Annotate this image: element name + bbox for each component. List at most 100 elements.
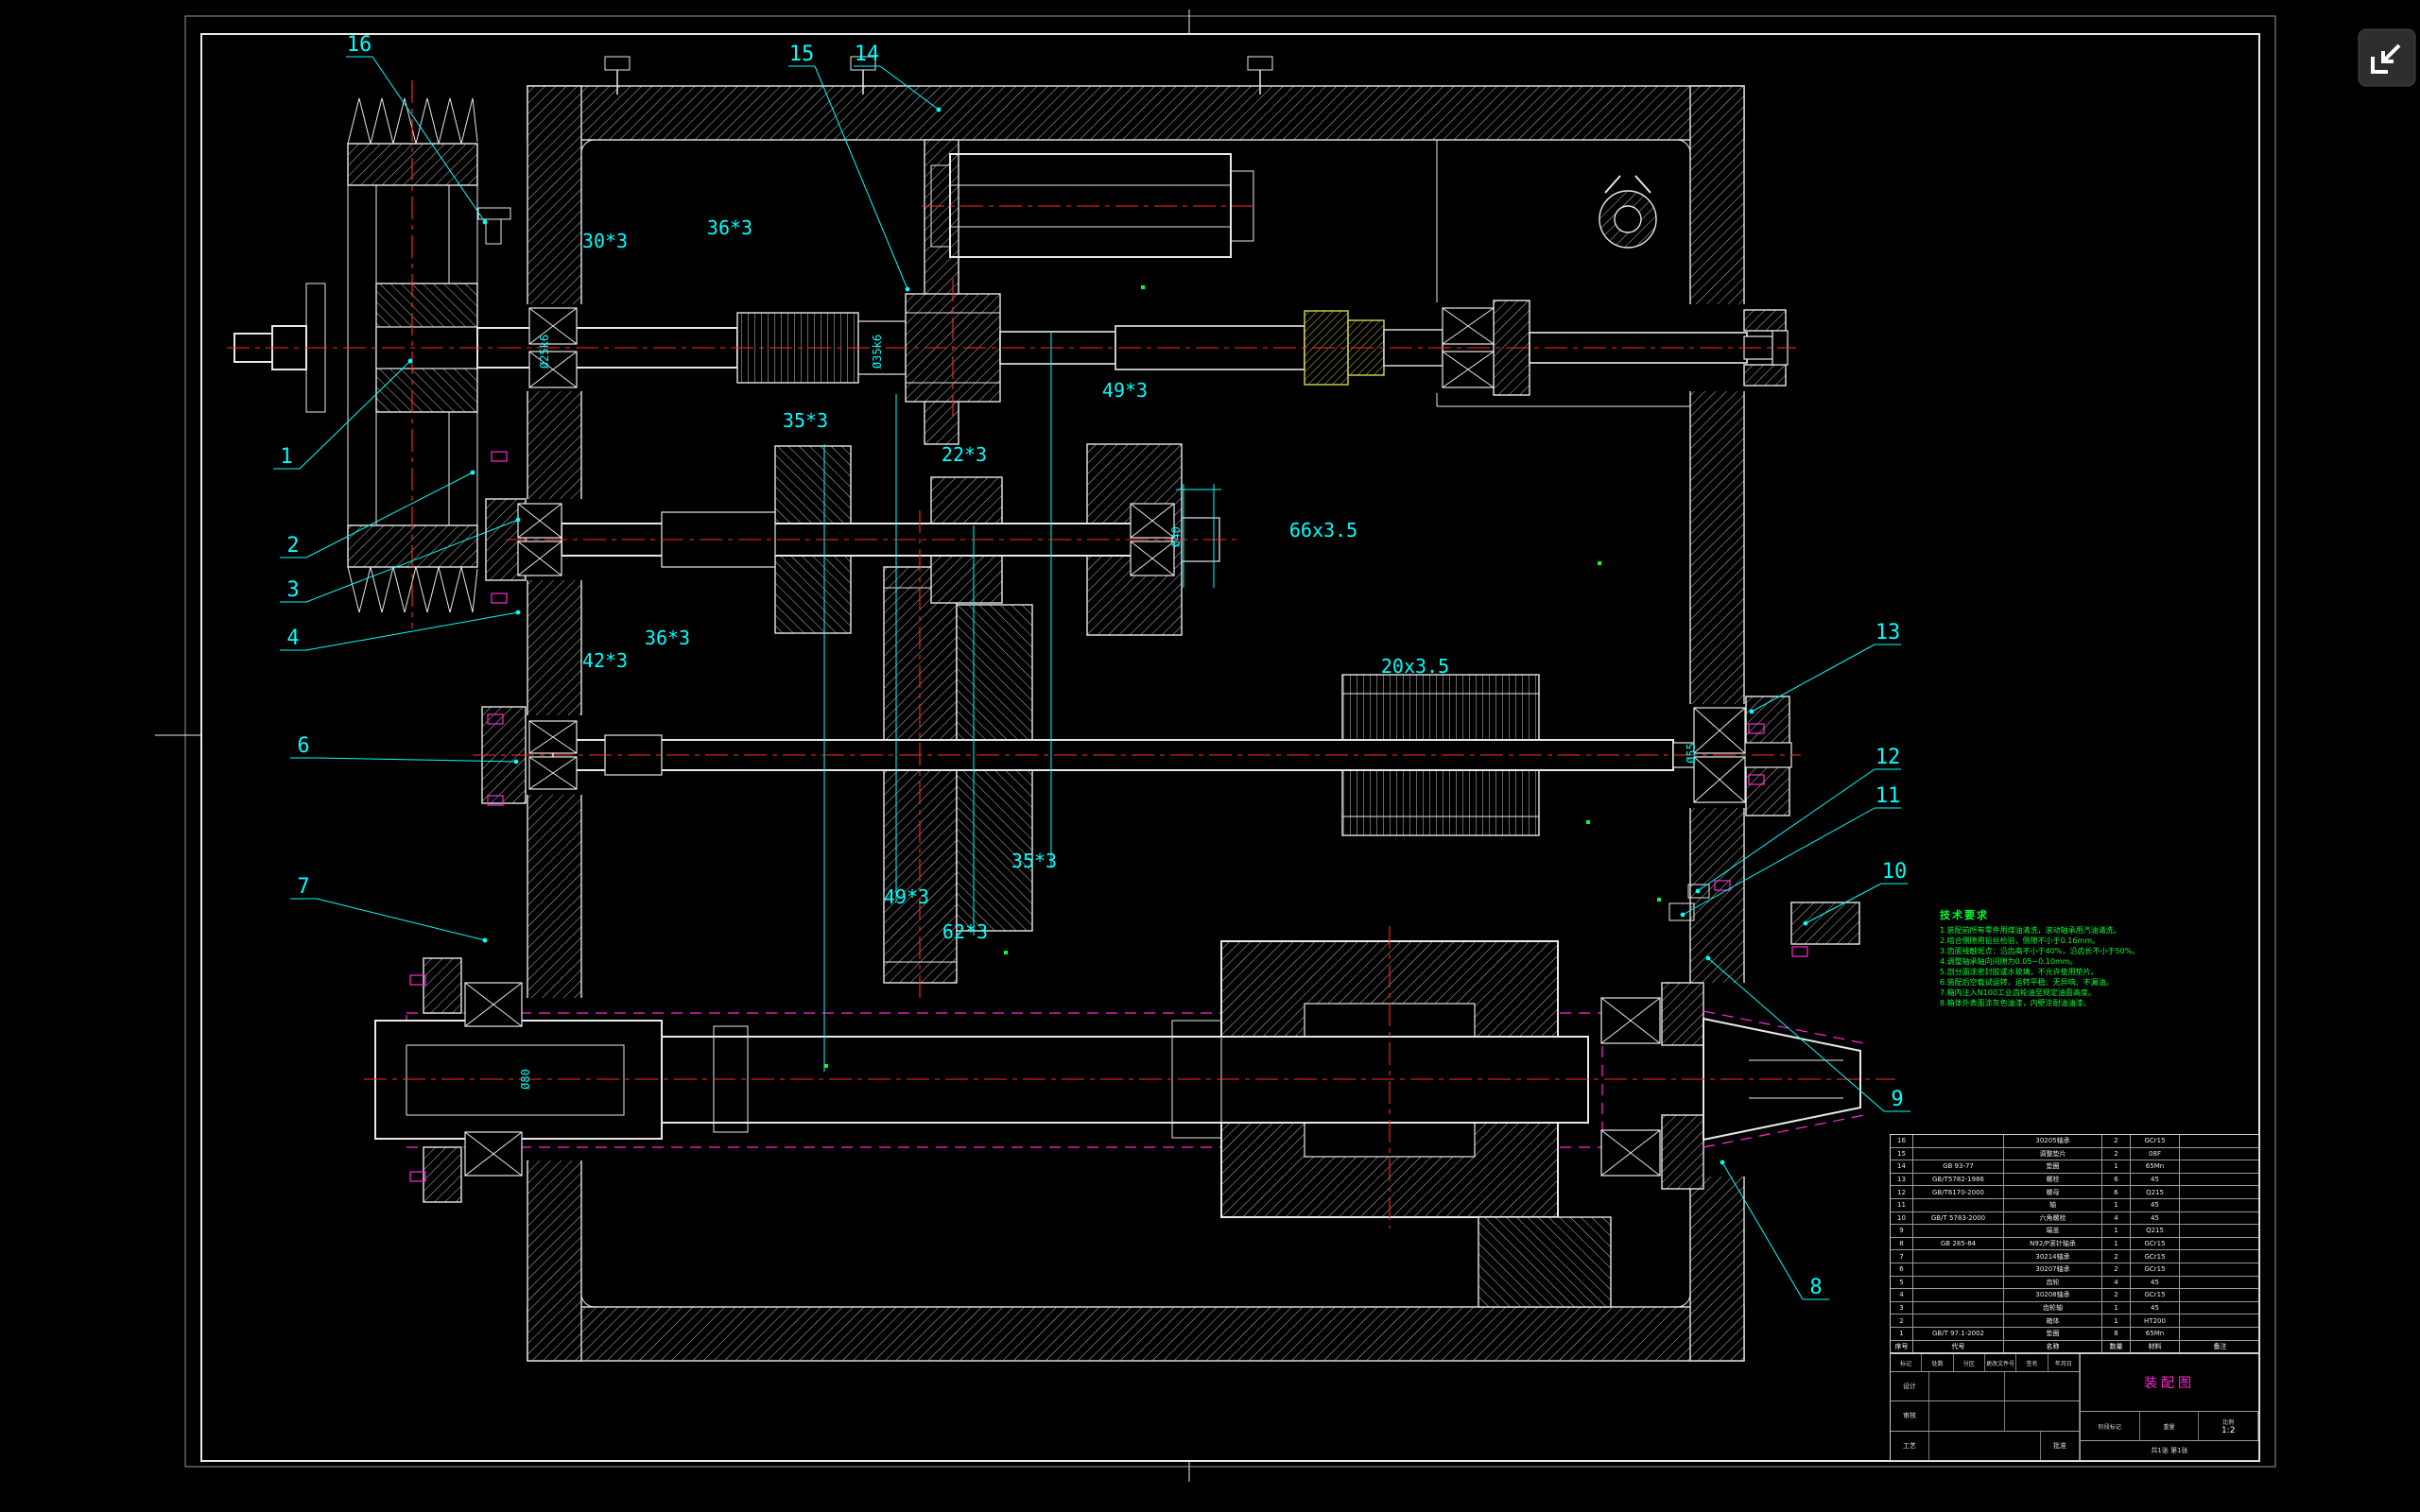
bom-cell: GB/T 5783-2000 [1913, 1212, 2004, 1225]
bom-cell: 30214轴承 [2004, 1250, 2102, 1263]
leader-dot [514, 760, 519, 765]
bom-row: 1GB/T 97.1-2002垫圈865Mn [1891, 1327, 2258, 1340]
bom-cell: 材料 [2131, 1341, 2180, 1353]
diameter-label: Ø35k6 [871, 335, 884, 369]
bom-cell: 调整垫片 [2004, 1148, 2102, 1160]
bearing-symbol [529, 352, 577, 387]
balloon-leader [1752, 644, 1875, 712]
bom-cell [2180, 1135, 2260, 1147]
bom-cell: 8 [2102, 1328, 2131, 1340]
bom-cell: 代号 [1913, 1341, 2004, 1353]
bom-cell [2180, 1174, 2260, 1186]
bom-cell: 45 [2131, 1174, 2180, 1186]
dimension-label: 42*3 [582, 649, 628, 672]
note-line: 3.齿面接触斑点：沿齿高不小于40%，沿齿长不小于50%。 [1940, 946, 2252, 956]
bom-cell: 螺栓 [2004, 1174, 2102, 1186]
dimension-label: 36*3 [645, 627, 690, 649]
leader-dot [1750, 710, 1754, 714]
bom-cell: 螺母 [2004, 1186, 2102, 1198]
bom-cell [2180, 1289, 2260, 1301]
bom-cell [2180, 1314, 2260, 1327]
bom-cell: 六角螺栓 [2004, 1212, 2102, 1225]
bom-cell: 齿轮轴 [2004, 1302, 2102, 1314]
balloon-number: 15 [789, 43, 815, 66]
bom-cell: 1 [2102, 1238, 2131, 1250]
stage-label: 阶段标记 [2099, 1422, 2121, 1431]
bom-cell [1913, 1289, 2004, 1301]
balloon-number: 9 [1891, 1088, 1903, 1111]
bom-row: 630207轴承2GCr15 [1891, 1263, 2258, 1276]
bom-cell: 4 [2102, 1212, 2131, 1225]
bearing-symbol [529, 757, 577, 789]
balloon-number: 8 [1809, 1276, 1822, 1299]
bom-cell: 8 [1891, 1238, 1913, 1250]
bom-cell [2180, 1212, 2260, 1225]
tb-header-cell: 标记 [1891, 1354, 1922, 1371]
leader-dot [1681, 913, 1685, 918]
bom-cell: 16 [1891, 1135, 1913, 1147]
bom-row: 730214轴承2GCr15 [1891, 1249, 2258, 1263]
bolt [1792, 947, 1807, 956]
bom-cell: 4 [2102, 1277, 2131, 1289]
parts-list: 1630205轴承2GCr1515调整垫片208F14GB 93-77垫圈165… [1890, 1134, 2259, 1353]
bom-cell: 1 [1891, 1328, 1913, 1340]
bom-row: 2箱体1HT200 [1891, 1314, 2258, 1327]
bom-cell: Q215 [2131, 1186, 2180, 1198]
technical-notes: 技术要求 1.装配前所有零件用煤油清洗，滚动轴承用汽油清洗。2.啮合侧隙用铅丝检… [1940, 907, 2252, 1008]
bearing-symbol [518, 504, 562, 538]
bom-cell [2180, 1160, 2260, 1173]
leader-dot [483, 938, 488, 943]
bom-cell: 5 [1891, 1277, 1913, 1289]
bom-cell [1913, 1135, 2004, 1147]
snap-marker [1141, 285, 1145, 289]
bom-cell: GCr15 [2131, 1289, 2180, 1301]
balloon-number: 13 [1876, 621, 1901, 644]
bom-cell [2180, 1250, 2260, 1263]
note-line: 6.装配后空载试运转，运转平稳、无异响、不漏油。 [1940, 977, 2252, 988]
bom-cell: 数量 [2102, 1341, 2131, 1353]
bom-row: 10GB/T 5783-2000六角螺栓445 [1891, 1211, 2258, 1225]
balloon-leader [306, 612, 518, 650]
bom-cell: GCr15 [2131, 1250, 2180, 1263]
leader-dot [1720, 1160, 1725, 1165]
dimension-label: 35*3 [783, 409, 828, 432]
bom-cell: 45 [2131, 1277, 2180, 1289]
bom-cell: 2 [1891, 1314, 1913, 1327]
bom-cell: 端盖 [2004, 1225, 2102, 1237]
bom-cell [1913, 1225, 2004, 1237]
tb-role: 审核 [1891, 1401, 1929, 1430]
bom-cell: GCr15 [2131, 1238, 2180, 1250]
bom-row: 15调整垫片208F [1891, 1147, 2258, 1160]
bom-cell: 1 [2102, 1302, 2131, 1314]
bearing-symbol [1131, 541, 1174, 576]
tb-header-cell: 更改文件号 [1985, 1354, 2016, 1371]
balloon-leader [317, 899, 485, 940]
sheet-count: 共1张 第1张 [2081, 1441, 2258, 1460]
bom-cell: GB/T6170-2000 [1913, 1186, 2004, 1198]
dimension-label: 66x3.5 [1289, 519, 1357, 541]
note-line: 4.调整轴承轴向间隙为0.05~0.10mm。 [1940, 956, 2252, 967]
balloon-number: 7 [297, 875, 309, 899]
bom-cell: 齿轮 [2004, 1277, 2102, 1289]
bearing-symbol [465, 983, 522, 1026]
balloon-number: 1 [280, 445, 292, 469]
dimension-label: 30*3 [582, 230, 628, 252]
cad-viewer: 30*336*335*322*349*366x3.536*342*320x3.5… [0, 0, 2420, 1512]
bom-cell: 11 [1891, 1199, 1913, 1211]
balloon-number: 6 [297, 734, 309, 758]
bom-row: 3齿轮轴145 [1891, 1301, 2258, 1314]
exit-fullscreen-button[interactable] [2358, 28, 2416, 87]
balloon-number: 10 [1882, 860, 1908, 884]
bom-cell: 45 [2131, 1212, 2180, 1225]
dimension-label: 62*3 [942, 920, 988, 943]
dimension-label: 36*3 [707, 216, 752, 239]
bom-cell: 14 [1891, 1160, 1913, 1173]
diameter-label: Ø55 [1685, 743, 1698, 764]
dimension-label: 35*3 [1011, 850, 1057, 872]
leader-dot [1706, 956, 1711, 961]
dimension-label: 49*3 [1102, 379, 1148, 402]
gearbox-housing [526, 86, 1746, 1361]
leader-dot [471, 471, 475, 475]
note-line: 2.啮合侧隙用铅丝检验，侧隙不小于0.16mm。 [1940, 936, 2252, 946]
bom-cell: HT200 [2131, 1314, 2180, 1327]
